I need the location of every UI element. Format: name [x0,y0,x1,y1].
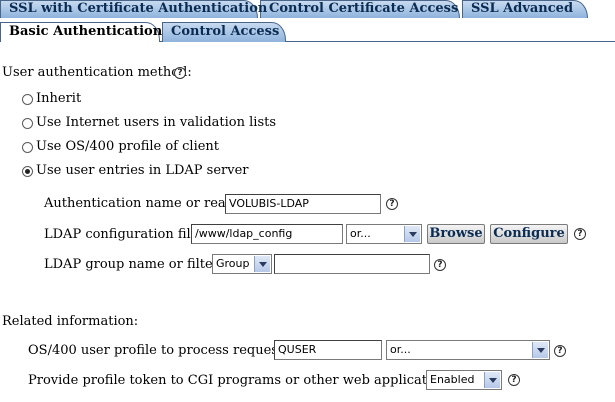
help-icon[interactable]: ? [174,67,186,79]
ldap-config-select[interactable]: or... [346,224,422,244]
radio-label-os400-profile: Use OS/400 profile of client [36,139,220,154]
radio-label-validation-lists: Use Internet users in validation lists [36,115,277,130]
radio-label-ldap-server: Use user entries in LDAP server [36,163,249,178]
tab-label: Control Access [171,24,280,39]
tab-strip: SSL with Certificate Authentication Cont… [0,0,615,42]
chevron-down-icon [532,342,548,358]
ldap-group-select[interactable]: Group [212,254,272,274]
ldap-group-input[interactable] [274,254,430,274]
user-profile-select-value: or... [390,343,411,356]
chevron-down-icon [484,372,500,388]
tab-ssl-cert-auth[interactable]: SSL with Certificate Authentication [0,0,267,18]
auth-method-label: User authentication method: [2,65,192,80]
ldap-config-label: LDAP configuration file: [44,227,203,242]
help-icon[interactable]: ? [508,374,520,386]
tab-label: SSL Advanced [471,1,574,16]
tab-label: Basic Authentication [9,24,163,39]
tab-control-cert-access[interactable]: Control Certificate Access [260,0,460,18]
profile-token-select-value: Enabled [430,373,475,386]
help-icon[interactable]: ? [574,228,586,240]
tab-label: SSL with Certificate Authentication [9,1,268,16]
tab-label: Control Certificate Access [269,1,459,16]
tab-ssl-advanced[interactable]: SSL Advanced [462,0,588,18]
help-icon[interactable]: ? [386,198,398,210]
ldap-config-input[interactable]: /www/ldap_config [191,224,343,244]
chevron-down-icon [404,226,420,242]
realm-label: Authentication name or realm: [44,196,247,211]
tab-control-access[interactable]: Control Access [162,22,286,42]
help-icon[interactable]: ? [434,259,446,271]
radio-os400-profile[interactable] [22,142,33,153]
user-profile-select[interactable]: or... [386,340,550,360]
related-info-label: Related information: [2,314,139,329]
radio-validation-lists[interactable] [22,118,33,129]
ldap-config-select-value: or... [350,227,371,240]
radio-label-inherit: Inherit [36,91,82,106]
user-profile-input[interactable]: QUSER [274,340,382,360]
profile-token-label: Provide profile token to CGI programs or… [28,373,459,388]
ldap-group-label: LDAP group name or filter: [44,257,224,272]
configure-button[interactable]: Configure [490,224,568,244]
realm-input[interactable]: VOLUBIS-LDAP [225,194,381,214]
radio-inherit[interactable] [22,94,33,105]
chevron-down-icon [254,256,270,272]
help-icon[interactable]: ? [554,345,566,357]
radio-ldap-server[interactable] [22,166,33,177]
profile-token-select[interactable]: Enabled [426,370,502,390]
tab-basic-authentication[interactable]: Basic Authentication [0,22,163,42]
ldap-group-select-value: Group [216,257,250,270]
user-profile-label: OS/400 user profile to process requests: [28,343,295,358]
browse-button[interactable]: Browse [427,224,485,244]
